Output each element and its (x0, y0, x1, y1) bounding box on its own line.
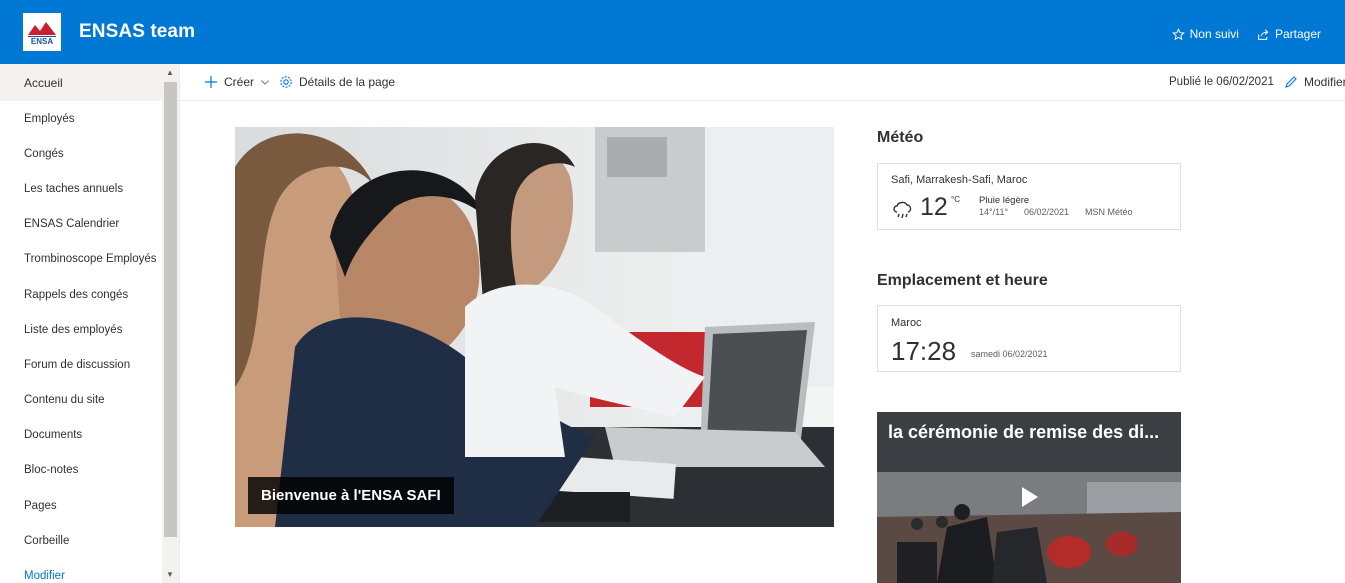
pencil-icon (1285, 76, 1297, 88)
command-bar: Créer Détails de la page Publié le 06/02… (180, 64, 1345, 101)
clock-location: Maroc (891, 317, 922, 329)
video-player[interactable]: la cérémonie de remise des di... (877, 412, 1181, 583)
nav-item-8[interactable]: Liste des employés (0, 312, 162, 347)
page-details-button[interactable]: Détails de la page (279, 75, 395, 89)
weather-unit: °C (951, 195, 960, 204)
nav-item-7[interactable]: Rappels des congés (0, 277, 162, 312)
follow-label: Non suivi (1189, 27, 1239, 41)
site-header: ENSA ENSAS team Non suivi Partager (0, 0, 1345, 64)
clock-time: 17:28 (891, 336, 957, 366)
header-actions: Non suivi Partager (1171, 27, 1321, 41)
left-navigation: Accueil Employés Congés Les taches annuels E… (0, 64, 180, 583)
nav-item-6[interactable]: Trombinoscope Employés (0, 242, 162, 277)
edit-page-button[interactable]: Modifier (1284, 75, 1345, 89)
plus-icon (205, 76, 217, 88)
nav-list: Accueil Employés Congés Les taches annuels E… (0, 64, 162, 583)
nav-item-3[interactable]: Congés (0, 136, 162, 171)
ensa-logo-icon: ENSA (23, 13, 61, 51)
weather-condition: Pluie légère (979, 195, 1030, 206)
nav-item-10[interactable]: Contenu du site (0, 383, 162, 418)
share-label: Partager (1274, 27, 1321, 41)
nav-scrollbar[interactable]: ▲ ▼ (162, 64, 179, 583)
weather-date: 06/02/2021 (1024, 207, 1070, 217)
star-icon (1171, 27, 1185, 40)
gear-icon (280, 76, 292, 88)
play-icon[interactable] (1016, 484, 1042, 510)
nav-item-15[interactable]: Modifier (0, 558, 162, 583)
nav-item-5[interactable]: ENSAS Calendrier (0, 207, 162, 242)
nav-item-4[interactable]: Les taches annuels (0, 171, 162, 206)
chevron-down-icon (261, 80, 269, 85)
weather-title: Météo (877, 129, 924, 146)
cloud-rain-icon (893, 201, 912, 219)
nav-item-13[interactable]: Pages (0, 488, 162, 523)
weather-source[interactable]: MSN Météo (1085, 207, 1133, 217)
published-date: Publié le 06/02/2021 (1169, 76, 1274, 88)
site-logo[interactable]: ENSA (23, 13, 61, 51)
nav-item-2[interactable]: Employés (0, 101, 162, 136)
weather-range: 14°/11° (979, 207, 1009, 217)
nav-item-12[interactable]: Bloc-notes (0, 453, 162, 488)
site-title[interactable]: ENSAS team (79, 21, 195, 43)
weather-card[interactable]: Safi, Marrakesh-Safi, Maroc 12 °C Pluie … (877, 163, 1181, 230)
hero-photo (235, 127, 834, 527)
video-title[interactable]: la cérémonie de remise des di... (888, 422, 1178, 443)
share-icon (1258, 28, 1269, 40)
nav-item-14[interactable]: Corbeille (0, 523, 162, 558)
hero-caption[interactable]: Bienvenue à l'ENSA SAFI (248, 477, 454, 514)
weather-location: Safi, Marrakesh-Safi, Maroc (891, 174, 1028, 186)
scroll-thumb[interactable] (164, 82, 177, 537)
nav-item-1[interactable]: Accueil (0, 64, 162, 101)
nav-item-9[interactable]: Forum de discussion (0, 347, 162, 382)
clock-title: Emplacement et heure (877, 272, 1048, 289)
edit-page-label: Modifier (1304, 75, 1345, 89)
follow-button[interactable]: Non suivi (1171, 27, 1239, 41)
scroll-down-arrow-icon[interactable]: ▼ (166, 570, 174, 579)
svg-text:ENSA: ENSA (31, 37, 53, 46)
nav-item-11[interactable]: Documents (0, 418, 162, 453)
clock-card: Maroc 17:28 samedi 06/02/2021 (877, 305, 1181, 372)
scroll-up-arrow-icon[interactable]: ▲ (166, 68, 174, 77)
clock-date: samedi 06/02/2021 (971, 349, 1048, 359)
share-button[interactable]: Partager (1257, 27, 1321, 41)
create-label: Créer (224, 75, 255, 89)
hero-banner[interactable]: Bienvenue à l'ENSA SAFI (235, 127, 834, 527)
page-details-label: Détails de la page (299, 75, 396, 89)
weather-temperature: 12 (920, 193, 948, 221)
create-button[interactable]: Créer (204, 75, 270, 89)
